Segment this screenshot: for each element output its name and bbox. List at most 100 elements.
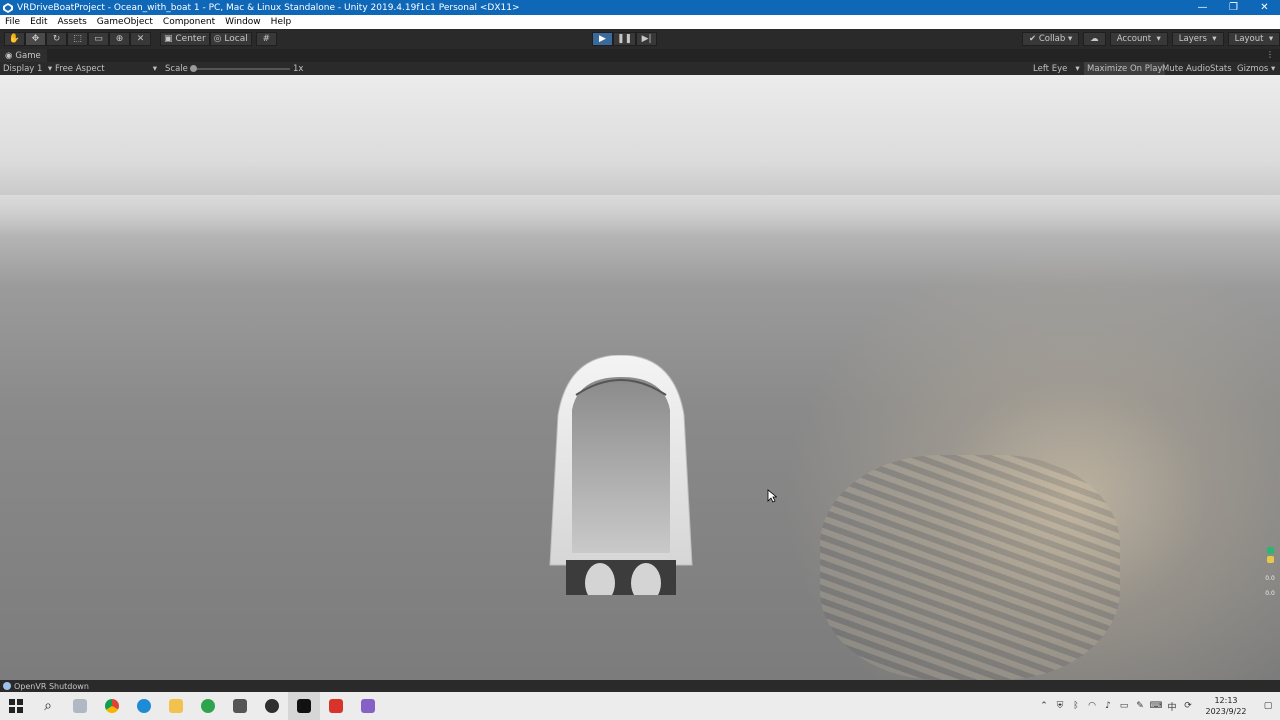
pause-button[interactable]: ❚❚ xyxy=(613,32,637,46)
menu-help[interactable]: Help xyxy=(266,17,297,27)
close-button[interactable]: ✕ xyxy=(1249,0,1280,15)
display-dropdown[interactable]: Display 1 ▾ xyxy=(3,62,52,75)
taskbar-app-chrome[interactable] xyxy=(96,692,128,720)
rotate-tool-icon[interactable]: ↻ xyxy=(46,32,67,46)
layers-dropdown[interactable]: Layers ▾ xyxy=(1171,32,1224,46)
eye-dropdown[interactable]: Left Eye ▾ xyxy=(1033,62,1080,75)
transform-tool-icon[interactable]: ⊕ xyxy=(109,32,130,46)
yellow-indicator-icon xyxy=(1266,556,1274,563)
play-icon: ▶ xyxy=(599,34,606,44)
battery-icon[interactable]: ▭ xyxy=(1116,692,1132,720)
update-icon[interactable]: ⟳ xyxy=(1180,692,1196,720)
tab-game[interactable]: ◉ Game xyxy=(0,49,47,62)
menu-component[interactable]: Component xyxy=(158,17,220,27)
transform-tools: ✋ ✥ ↻ ⬚ ▭ ⊕ ✕ xyxy=(4,32,151,46)
window-title: VRDriveBoatProject - Ocean_with_boat 1 -… xyxy=(17,2,520,13)
hand-tool-icon[interactable]: ✋ xyxy=(4,32,25,46)
space-icon: ◎ xyxy=(213,34,225,44)
start-button[interactable] xyxy=(0,692,32,720)
volume-icon[interactable]: ♪ xyxy=(1100,692,1116,720)
scale-slider[interactable] xyxy=(192,68,290,70)
menu-gameobject[interactable]: GameObject xyxy=(92,17,158,27)
layout-dropdown[interactable]: Layout ▾ xyxy=(1227,32,1280,46)
pen-icon[interactable]: ✎ xyxy=(1132,692,1148,720)
custom-tool-icon[interactable]: ✕ xyxy=(130,32,151,46)
status-bar: OpenVR Shutdown xyxy=(0,680,1280,692)
tab-game-label: Game xyxy=(15,50,41,61)
unity-logo-icon xyxy=(3,2,13,13)
language-icon[interactable]: 中 xyxy=(1164,692,1180,720)
windows-taskbar: ⌕ ⌃ ⛨ ᛒ ◠ ♪ ▭ ✎ ⌨ 中 ⟳ 12:13 2023/9/22 ▢ xyxy=(0,692,1280,720)
search-icon: ⌕ xyxy=(44,698,52,714)
title-bar: VRDriveBoatProject - Ocean_with_boat 1 -… xyxy=(0,0,1280,15)
edge-icon xyxy=(137,699,151,713)
search-button[interactable]: ⌕ xyxy=(32,692,64,720)
info-icon xyxy=(3,682,11,690)
folder-icon xyxy=(169,699,183,713)
maximize-on-play-toggle[interactable]: Maximize On Play xyxy=(1084,62,1166,75)
taskbar-app-green[interactable] xyxy=(192,692,224,720)
right-toolbar: ✔ Collab ▾ ☁ Account ▾ Layers ▾ Layout ▾ xyxy=(1022,32,1280,46)
visual-studio-icon xyxy=(361,699,375,713)
game-icon: ◉ xyxy=(5,50,13,61)
scene-gizmo-readout: 0.0 0.0 xyxy=(1262,545,1278,635)
taskbar-app-obs[interactable] xyxy=(256,692,288,720)
gizmos-dropdown[interactable]: Gizmos ▾ xyxy=(1237,62,1275,75)
taskbar-app-unity-hub[interactable] xyxy=(224,692,256,720)
menu-edit[interactable]: Edit xyxy=(25,17,52,27)
windows-logo-icon xyxy=(9,699,23,713)
unity-icon xyxy=(297,699,311,713)
scale-slider-handle[interactable] xyxy=(190,65,197,72)
clock[interactable]: 12:13 2023/9/22 xyxy=(1196,695,1256,717)
taskbar-app-unity[interactable] xyxy=(288,692,320,720)
wps-icon xyxy=(329,699,343,713)
file-explorer-icon xyxy=(73,699,87,713)
rect-tool-icon[interactable]: ▭ xyxy=(88,32,109,46)
taskbar-app-edge[interactable] xyxy=(128,692,160,720)
mute-audio-toggle[interactable]: Mute Audio xyxy=(1162,62,1210,75)
cloud-button[interactable]: ☁ xyxy=(1083,32,1106,46)
account-dropdown[interactable]: Account ▾ xyxy=(1109,32,1168,46)
stats-toggle[interactable]: Stats xyxy=(1210,62,1232,75)
taskbar-app-visual-studio[interactable] xyxy=(352,692,384,720)
aspect-label: Free Aspect xyxy=(55,63,105,74)
taskbar-app-folder[interactable] xyxy=(160,692,192,720)
taskbar-app-wps[interactable] xyxy=(320,692,352,720)
minimize-button[interactable]: — xyxy=(1187,0,1218,15)
keyboard-icon[interactable]: ⌨ xyxy=(1148,692,1164,720)
menu-assets[interactable]: Assets xyxy=(53,17,92,27)
panel-menu-icon[interactable]: ⋮ xyxy=(1266,50,1274,59)
pivot-center-button[interactable]: ▣ Center xyxy=(160,32,210,46)
notification-icon[interactable]: ▢ xyxy=(1256,692,1280,720)
taskbar-app-file-explorer[interactable] xyxy=(64,692,96,720)
space-local-button[interactable]: ◎ Local xyxy=(209,32,252,46)
wifi-icon[interactable]: ◠ xyxy=(1084,692,1100,720)
shield-icon[interactable]: ⛨ xyxy=(1052,692,1068,720)
account-label: Account xyxy=(1116,34,1152,44)
obs-icon xyxy=(265,699,279,713)
gizmos-label: Gizmos xyxy=(1237,63,1269,74)
move-tool-icon[interactable]: ✥ xyxy=(25,32,46,46)
scale-value: 1x xyxy=(293,63,304,74)
bluetooth-icon[interactable]: ᛒ xyxy=(1068,692,1084,720)
ocean-waves xyxy=(820,455,1120,680)
main-toolbar: ✋ ✥ ↻ ⬚ ▭ ⊕ ✕ ▣ Center ◎ Local # ▶ ❚❚ ▶|… xyxy=(0,29,1280,49)
status-message[interactable]: OpenVR Shutdown xyxy=(14,682,89,691)
boat-model xyxy=(549,355,693,595)
collab-dropdown[interactable]: ✔ Collab ▾ xyxy=(1022,32,1080,46)
playback-controls: ▶ ❚❚ ▶| xyxy=(592,32,658,46)
step-button[interactable]: ▶| xyxy=(636,32,658,46)
menu-file[interactable]: File xyxy=(0,17,25,27)
grid-snap-icon[interactable]: # xyxy=(255,32,277,46)
game-viewport[interactable]: 0.0 0.0 xyxy=(0,75,1280,680)
layers-label: Layers xyxy=(1178,34,1207,44)
restore-button[interactable]: ❐ xyxy=(1218,0,1249,15)
aspect-dropdown[interactable]: Free Aspect ▾ xyxy=(55,62,157,75)
pivot-controls: ▣ Center ◎ Local # xyxy=(160,32,277,46)
play-button[interactable]: ▶ xyxy=(592,32,613,46)
pivot-icon: ▣ xyxy=(164,34,176,44)
menu-window[interactable]: Window xyxy=(220,17,266,27)
chevron-up-icon[interactable]: ⌃ xyxy=(1036,692,1052,720)
chevron-down-icon: ▾ xyxy=(152,63,157,74)
scale-tool-icon[interactable]: ⬚ xyxy=(67,32,88,46)
